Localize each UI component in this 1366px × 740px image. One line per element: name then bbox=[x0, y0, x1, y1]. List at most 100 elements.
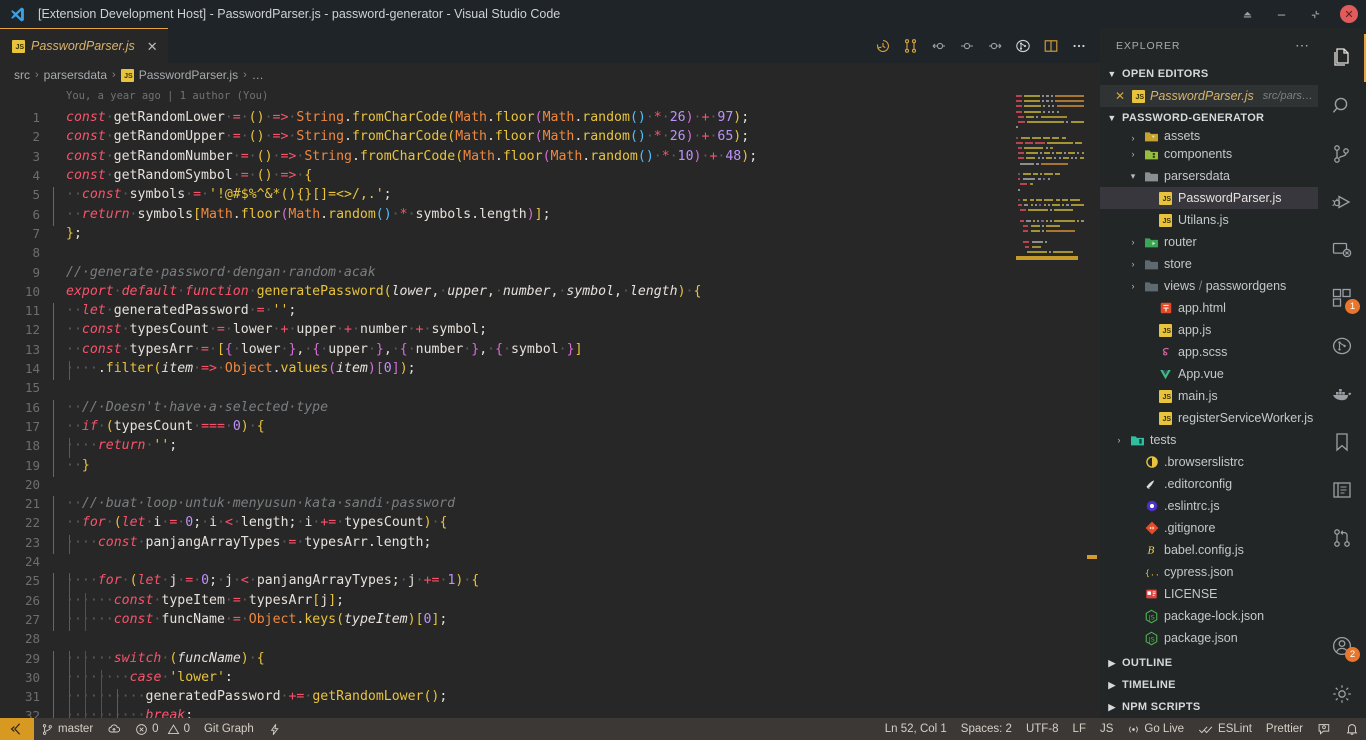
breadcrumb-item-src[interactable]: src bbox=[14, 68, 30, 82]
file-tree-item-babel-config-js[interactable]: Bbabel.config.js bbox=[1100, 539, 1318, 561]
code-line[interactable]: 31 ··········generatedPassword·+=·getRand… bbox=[0, 687, 1100, 709]
activity-remote-explorer-icon[interactable] bbox=[1318, 226, 1366, 274]
cursor-position-status[interactable]: Ln 52, Col 1 bbox=[878, 718, 954, 740]
file-tree-item-router[interactable]: › router bbox=[1100, 231, 1318, 253]
breadcrumb-item-parsersdata[interactable]: parsersdata bbox=[44, 68, 107, 82]
file-tree-item-app-vue[interactable]: App.vue bbox=[1100, 363, 1318, 385]
section-project-root[interactable]: ▼ PASSWORD-GENERATOR bbox=[1100, 107, 1318, 129]
section-outline[interactable]: ▶ OUTLINE bbox=[1100, 652, 1318, 674]
activity-git-graph-icon[interactable] bbox=[1318, 322, 1366, 370]
more-actions-icon[interactable]: ⋯ bbox=[1295, 37, 1310, 54]
minimap[interactable] bbox=[974, 87, 1100, 718]
previous-change-icon[interactable] bbox=[926, 33, 952, 59]
eslint-status[interactable]: ESLint bbox=[1191, 718, 1259, 740]
split-editor-icon[interactable] bbox=[1038, 33, 1064, 59]
activity-explorer-icon[interactable] bbox=[1318, 34, 1366, 82]
file-tree-item-gitignore[interactable]: .gitignore bbox=[1100, 517, 1318, 539]
encoding-status[interactable]: UTF-8 bbox=[1019, 718, 1066, 740]
code-editor[interactable]: You, a year ago | 1 author (You) 1 const·… bbox=[0, 87, 1100, 718]
tab-close-icon[interactable]: ✕ bbox=[147, 40, 158, 53]
file-tree-item-main-js[interactable]: JS main.js bbox=[1100, 385, 1318, 407]
file-tree-item-parsersdata[interactable]: ▾ parsersdata bbox=[1100, 165, 1318, 187]
file-tree-item-eslintrc-js[interactable]: .eslintrc.js bbox=[1100, 495, 1318, 517]
code-line[interactable]: 22 ··for·(let·i·=·0;·i·<·length;·i·+=·typ… bbox=[0, 513, 1100, 535]
file-tree-item-app-js[interactable]: JS app.js bbox=[1100, 319, 1318, 341]
code-line[interactable]: 16 ··//·Doesn't·have·a·selected·type bbox=[0, 398, 1100, 419]
code-line[interactable]: 2 const·getRandomUpper·=·()·=>·String.fro… bbox=[0, 127, 1100, 146]
code-line[interactable]: 23 ····const·panjangArrayTypes·=·typesArr… bbox=[0, 533, 1100, 555]
notifications-status[interactable] bbox=[1338, 718, 1366, 740]
code-line[interactable]: 18 ····return·''; bbox=[0, 436, 1100, 458]
code-line[interactable]: 10 export·default·function·generatePasswo… bbox=[0, 282, 1100, 301]
file-tree[interactable]: › assets › components ▾ parsersdata JS Password… bbox=[1100, 129, 1318, 649]
sidebar-body[interactable]: ▼ OPEN EDITORS ✕ JS PasswordParser.js sr… bbox=[1100, 63, 1318, 652]
code-line[interactable]: 28 bbox=[0, 629, 1100, 648]
gitlens-blame-icon[interactable] bbox=[1010, 33, 1036, 59]
code-line[interactable]: 29 ······switch·(funcName)·{ bbox=[0, 648, 1100, 670]
editor-tab-passwordparser[interactable]: JS PasswordParser.js ✕ bbox=[0, 28, 168, 63]
activity-gitlens-icon[interactable] bbox=[1318, 514, 1366, 562]
code-lines[interactable]: 1 const·getRandomLower·=·()·=>·String.fro… bbox=[0, 87, 1100, 718]
gitlens-status[interactable] bbox=[261, 718, 288, 740]
go-live-status[interactable]: Go Live bbox=[1120, 718, 1191, 740]
next-change-icon[interactable] bbox=[982, 33, 1008, 59]
file-tree-item-store[interactable]: › store bbox=[1100, 253, 1318, 275]
timeline-history-icon[interactable] bbox=[870, 33, 896, 59]
prettier-status[interactable]: Prettier bbox=[1259, 718, 1310, 740]
file-tree-item-tests[interactable]: › tests bbox=[1100, 429, 1318, 451]
activity-bookmarks-icon[interactable] bbox=[1318, 418, 1366, 466]
code-line[interactable]: 3 const·getRandomNumber·=·()·=>·String.fr… bbox=[0, 147, 1100, 166]
code-line[interactable]: 26 ······const·typeItem·=·typesArr[j]; bbox=[0, 591, 1100, 612]
more-actions-icon[interactable] bbox=[1066, 33, 1092, 59]
file-tree-item-license[interactable]: LICENSE bbox=[1100, 583, 1318, 605]
activity-todo-tree-icon[interactable] bbox=[1318, 466, 1366, 514]
file-tree-item-app-html[interactable]: app.html bbox=[1100, 297, 1318, 319]
breadcrumb[interactable]: src › parsersdata › JS PasswordParser.js… bbox=[0, 63, 1100, 87]
open-editor-item[interactable]: ✕ JS PasswordParser.js src/pars… bbox=[1100, 85, 1318, 107]
activity-docker-icon[interactable] bbox=[1318, 370, 1366, 418]
breadcrumb-item-file[interactable]: PasswordParser.js bbox=[139, 68, 238, 82]
code-line[interactable]: 27 ······const·funcName·=·Object.keys(typ… bbox=[0, 610, 1100, 632]
code-line[interactable]: 17 ··if·(typesCount·===·0)·{ bbox=[0, 417, 1100, 439]
section-timeline[interactable]: ▶ TIMELINE bbox=[1100, 674, 1318, 696]
code-line[interactable]: 5 ··const·symbols·=·'!@#$%^&*(){}[]=<>/,.… bbox=[0, 185, 1100, 207]
indentation-status[interactable]: Spaces: 2 bbox=[954, 718, 1019, 740]
code-line[interactable]: 13 ··const·typesArr·=·[{·lower·},·{·upper… bbox=[0, 340, 1100, 362]
activity-source-control-icon[interactable] bbox=[1318, 130, 1366, 178]
file-tree-item-components[interactable]: › components bbox=[1100, 143, 1318, 165]
file-tree-item-package-json[interactable]: JS package.json bbox=[1100, 627, 1318, 649]
close-button[interactable]: ✕ bbox=[1332, 0, 1366, 28]
activity-search-icon[interactable] bbox=[1318, 82, 1366, 130]
section-npm-scripts[interactable]: ▶ NPM SCRIPTS bbox=[1100, 696, 1318, 718]
code-line[interactable]: 12 ··const·typesCount·=·lower·+·upper·+·n… bbox=[0, 320, 1100, 342]
git-graph-status[interactable]: Git Graph bbox=[197, 718, 261, 740]
branch-status[interactable]: master bbox=[34, 718, 100, 740]
problems-status[interactable]: 0 0 bbox=[128, 718, 197, 740]
file-tree-item-passwordparser-js[interactable]: JS PasswordParser.js bbox=[1100, 187, 1318, 209]
code-line[interactable]: 19 ··} bbox=[0, 455, 1100, 477]
remote-window-indicator[interactable] bbox=[0, 718, 34, 740]
breadcrumb-item-symbols[interactable]: … bbox=[252, 68, 264, 82]
code-line[interactable]: 1 const·getRandomLower·=·()·=>·String.fro… bbox=[0, 108, 1100, 127]
code-line[interactable]: 32 ··········break; bbox=[0, 706, 1100, 718]
code-line[interactable]: 15 bbox=[0, 378, 1100, 397]
code-line[interactable]: 30 ········case·'lower': bbox=[0, 668, 1100, 690]
code-line[interactable]: 6 ··return·symbols[Math.floor(Math.random… bbox=[0, 205, 1100, 226]
code-line[interactable]: 25 ····for·(let·j·=·0;·j·<·panjangArrayTy… bbox=[0, 571, 1100, 593]
file-tree-item-package-lock-json[interactable]: JS package-lock.json bbox=[1100, 605, 1318, 627]
file-tree-item-editorconfig[interactable]: .editorconfig bbox=[1100, 473, 1318, 495]
file-tree-item-registerserviceworker-js[interactable]: JS registerServiceWorker.js bbox=[1100, 407, 1318, 429]
activity-accounts-icon[interactable]: 2 bbox=[1318, 622, 1366, 670]
file-tree-item-cypress-json[interactable]: {..} cypress.json bbox=[1100, 561, 1318, 583]
file-tree-item-app-scss[interactable]: app.scss bbox=[1100, 341, 1318, 363]
current-change-icon[interactable] bbox=[954, 33, 980, 59]
section-open-editors[interactable]: ▼ OPEN EDITORS bbox=[1100, 63, 1318, 85]
compare-changes-icon[interactable] bbox=[898, 33, 924, 59]
language-mode-status[interactable]: JS bbox=[1093, 718, 1120, 740]
file-tree-item-views-passwordgens[interactable]: › views / passwordgens bbox=[1100, 275, 1318, 297]
feedback-status[interactable] bbox=[1310, 718, 1338, 740]
code-line[interactable]: 7}; bbox=[0, 224, 1100, 243]
code-line[interactable]: 21 ··//·buat·loop·untuk·menyusun·kata·san… bbox=[0, 494, 1100, 516]
code-line[interactable]: 9 //·generate·password·dengan·random·acak bbox=[0, 262, 1100, 281]
code-line[interactable]: 20 bbox=[0, 475, 1100, 494]
